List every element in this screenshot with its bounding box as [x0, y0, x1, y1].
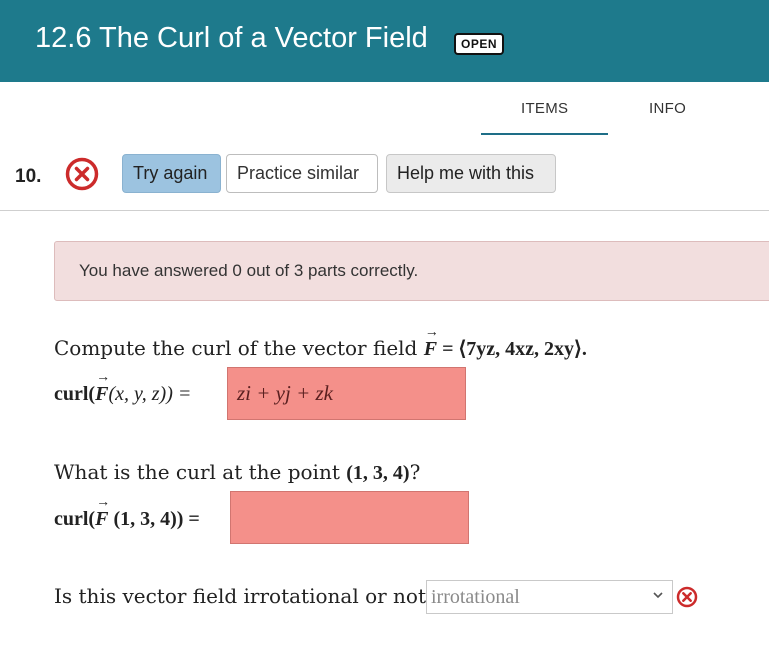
- curl-args: (1, 3, 4)) =: [108, 508, 200, 530]
- select-value: irrotational: [431, 586, 520, 608]
- try-again-button[interactable]: Try again: [122, 154, 221, 193]
- curl-args: (x, y, z)) =: [108, 383, 192, 405]
- part1-prompt-text: Compute the curl of the vector field: [54, 336, 424, 360]
- part2-label: curl(F (1, 3, 4)) =: [54, 495, 200, 531]
- part2-answer-input[interactable]: [230, 491, 469, 544]
- practice-similar-button[interactable]: Practice similar: [226, 154, 378, 193]
- part1-answer-value: zi + yj + zk: [237, 381, 333, 405]
- part2-prompt-text: What is the curl at the point: [54, 460, 347, 484]
- curl-label: curl(: [54, 508, 96, 530]
- field-symbol: F: [95, 495, 110, 531]
- part3-prompt: Is this vector field irrotational or not…: [54, 584, 437, 608]
- field-definition: = ⟨7yz, 4xz, 2xy⟩.: [437, 338, 587, 360]
- chevron-down-icon: [653, 592, 663, 599]
- irrotational-select[interactable]: irrotational: [426, 580, 673, 614]
- divider: [0, 210, 769, 211]
- question-number: 10.: [15, 166, 42, 187]
- question-toolbar: 10. Try again Practice similar Help me w…: [0, 150, 769, 210]
- x-circle-icon: [65, 157, 99, 191]
- header-bar: 12.6 The Curl of a Vector Field OPEN: [0, 0, 769, 82]
- score-alert: You have answered 0 out of 3 parts corre…: [54, 241, 769, 301]
- part2-prompt-suffix: ?: [409, 460, 421, 484]
- part2-prompt: What is the curl at the point (1, 3, 4)?: [54, 460, 420, 485]
- page-title: 12.6 The Curl of a Vector Field: [35, 22, 428, 54]
- tab-bar: ITEMS INFO: [0, 82, 769, 142]
- tab-info[interactable]: INFO: [649, 100, 686, 117]
- part1-label: curl(F(x, y, z)) =: [54, 370, 192, 406]
- active-tab-indicator: [481, 133, 608, 135]
- x-circle-icon: [676, 586, 698, 608]
- status-badge: OPEN: [454, 33, 505, 55]
- curl-label: curl(: [54, 383, 96, 405]
- help-me-button[interactable]: Help me with this: [386, 154, 556, 193]
- tab-items[interactable]: ITEMS: [521, 100, 568, 117]
- field-symbol: F: [424, 325, 439, 361]
- score-alert-text: You have answered 0 out of 3 parts corre…: [79, 261, 419, 280]
- part1-prompt: Compute the curl of the vector field F =…: [54, 325, 587, 361]
- part1-answer-input[interactable]: zi + yj + zk: [227, 367, 466, 420]
- field-symbol: F: [95, 370, 110, 406]
- point-value: (1, 3, 4): [346, 462, 410, 484]
